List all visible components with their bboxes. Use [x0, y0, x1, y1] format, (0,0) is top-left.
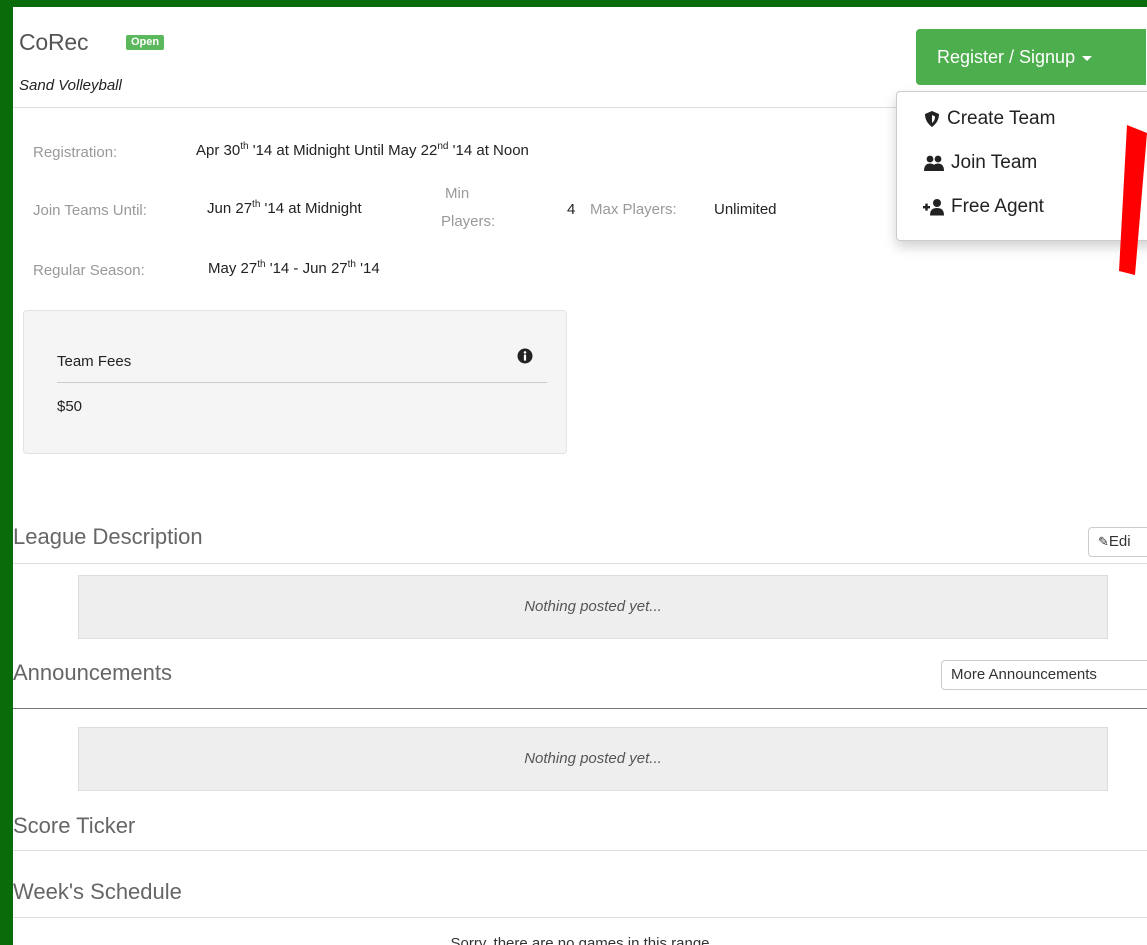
users-icon — [924, 155, 944, 171]
regular-season-value: May 27th '14 - Jun 27th '14 — [208, 259, 380, 277]
register-signup-button[interactable]: Register / Signup — [916, 29, 1146, 85]
header-divider — [13, 107, 903, 108]
league-subtitle: Sand Volleyball — [19, 77, 122, 94]
join-teams-label: Join Teams Until: — [33, 202, 147, 219]
description-divider — [13, 563, 1147, 564]
join-teams-value: Jun 27th '14 at Midnight — [207, 199, 362, 217]
max-players-label: Max Players: — [590, 201, 677, 218]
menu-item-label: Join Team — [951, 152, 1038, 173]
user-plus-icon — [923, 199, 944, 216]
announcements-title: Announcements — [13, 660, 172, 685]
schedule-empty-message: Sorry, there are no games in this range — [450, 935, 710, 945]
info-icon[interactable] — [517, 348, 533, 364]
regular-season-label: Regular Season: — [33, 262, 145, 279]
menu-item-join-team[interactable]: Join Team — [923, 152, 1037, 174]
score-ticker-divider — [13, 850, 1147, 851]
team-fees-amount: $50 — [57, 398, 83, 415]
menu-item-free-agent[interactable]: Free Agent — [923, 196, 1044, 218]
league-description-title: League Description — [13, 524, 203, 549]
registration-label: Registration: — [33, 144, 118, 161]
menu-item-label: Create Team — [947, 108, 1056, 129]
shield-icon — [925, 111, 939, 127]
schedule-divider — [13, 917, 1147, 918]
registration-value: Apr 30th '14 at Midnight Until May 22nd … — [196, 141, 529, 159]
description-empty-box: Nothing posted yet... — [78, 575, 1108, 639]
annotation-arrow-icon — [1119, 125, 1147, 275]
announcements-divider — [13, 708, 1147, 709]
announcements-empty-box: Nothing posted yet... — [78, 727, 1108, 791]
league-page: CoRec Open Sand Volleyball Register / Si… — [13, 7, 1147, 945]
max-players-value: Unlimited — [714, 201, 777, 218]
menu-item-label: Free Agent — [951, 196, 1044, 217]
team-fees-panel: Team Fees $50 — [23, 310, 567, 454]
score-ticker-title: Score Ticker — [13, 813, 136, 838]
pencil-icon: ✎ — [1098, 534, 1109, 549]
menu-item-create-team[interactable]: Create Team — [923, 108, 1055, 130]
league-title: CoRec — [19, 29, 89, 55]
status-badge: Open — [126, 35, 165, 50]
team-fees-title: Team Fees — [57, 353, 132, 370]
edit-button[interactable]: ✎Edi — [1088, 527, 1147, 557]
team-fees-divider — [57, 382, 547, 383]
min-players-label-line1: Min — [445, 185, 470, 202]
caret-down-icon — [1082, 55, 1093, 61]
min-players-label-line2: Players: — [441, 213, 496, 230]
weeks-schedule-title: Week's Schedule — [13, 879, 182, 904]
min-players-value: 4 — [567, 201, 576, 218]
more-announcements-button[interactable]: More Announcements — [941, 660, 1147, 690]
register-signup-label: Register / Signup — [937, 47, 1076, 67]
